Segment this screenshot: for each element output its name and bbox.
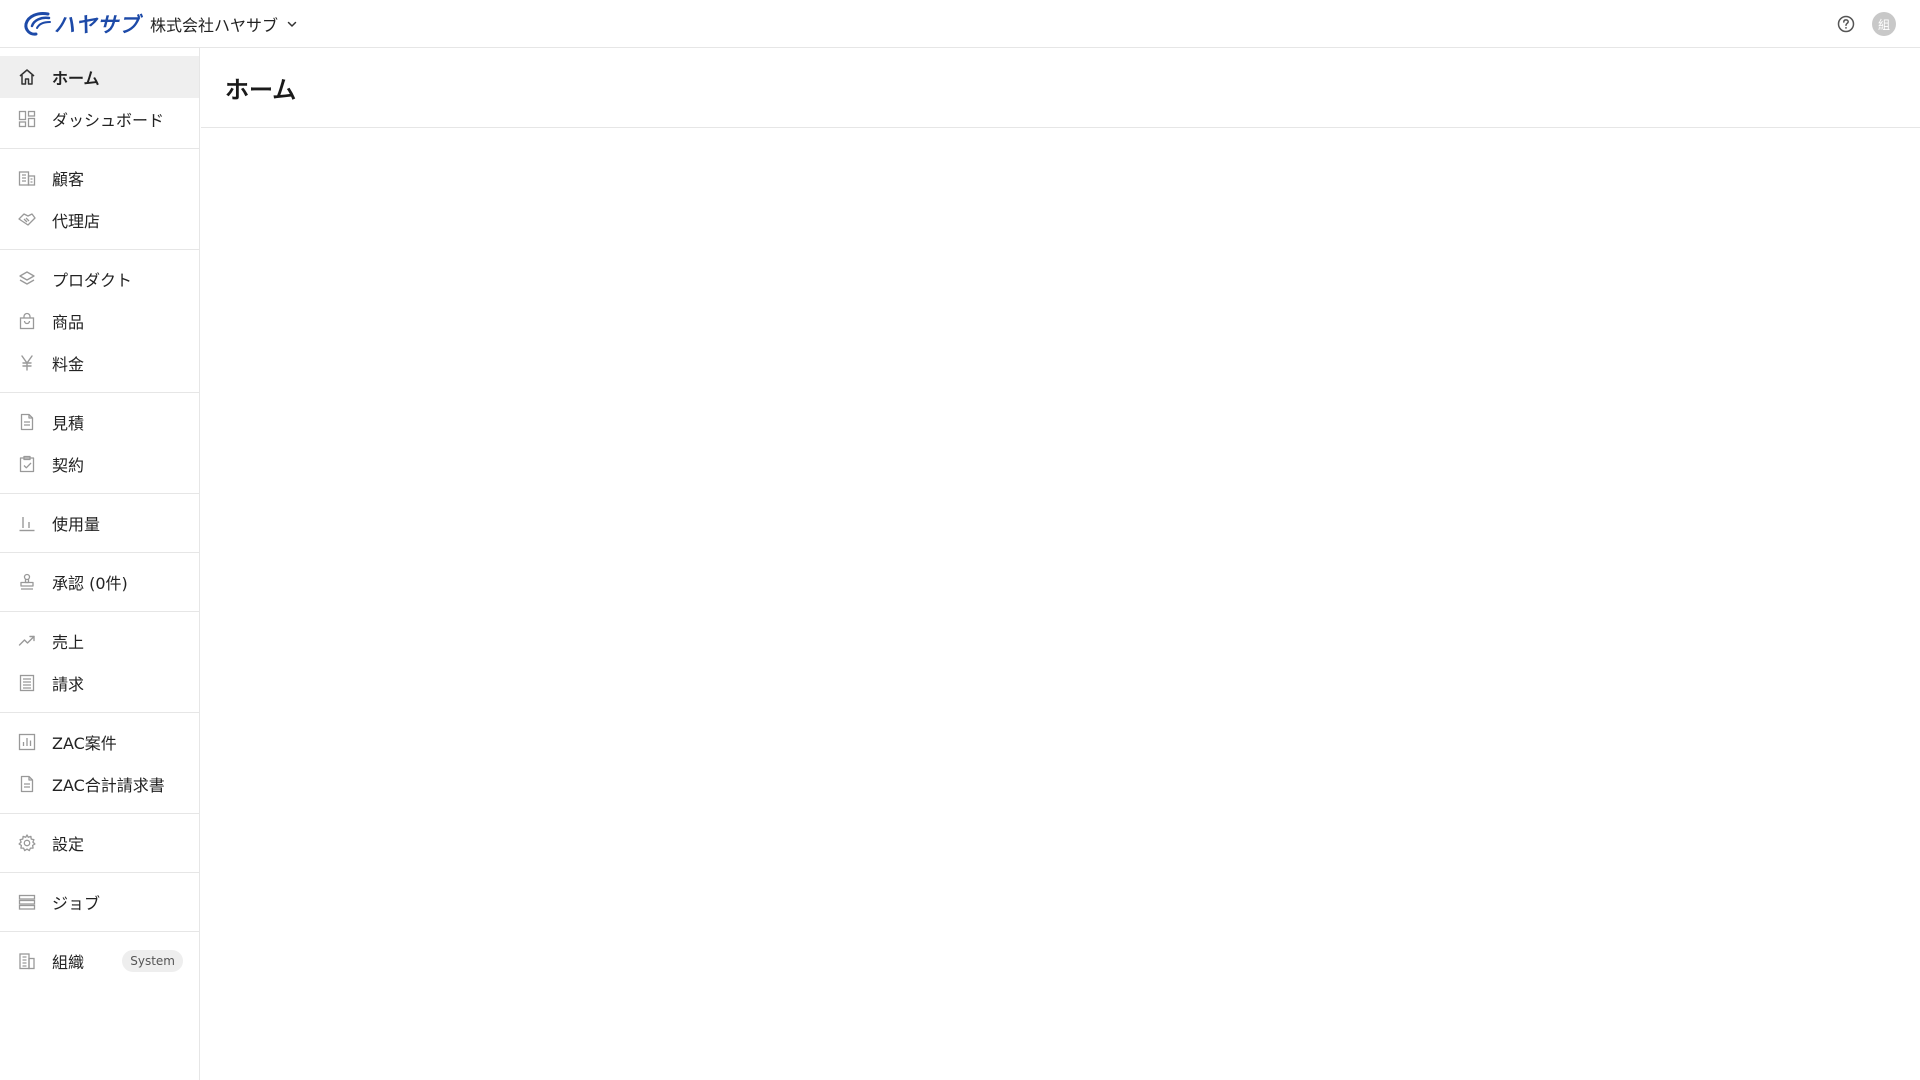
sidebar-item-settings[interactable]: 設定 (0, 822, 199, 864)
org-switcher[interactable]: 株式会社ハヤサブ (150, 12, 298, 36)
sidebar-item-sales[interactable]: 売上 (0, 620, 199, 662)
sidebar-nav: ホーム ダッシュボード 顧客 代理店 プロダクト 商品 料金 見積 契約 使用量… (0, 48, 200, 1080)
sidebar-item-label: 請求 (52, 675, 85, 694)
logo-text: ハヤサブ (54, 13, 140, 37)
sidebar-item-label: 契約 (52, 456, 85, 475)
nav-divider (0, 931, 199, 932)
dashboard-icon (16, 108, 38, 130)
top-bar: ハヤサブ 株式会社ハヤサブ 組 (0, 0, 1920, 48)
nav-divider (0, 872, 199, 873)
sidebar-item-label: 承認 (0件) (52, 574, 128, 593)
nav-divider (0, 493, 199, 494)
sidebar-item-zac-invoices[interactable]: ZAC合計請求書 (0, 763, 199, 805)
document-icon (16, 773, 38, 795)
office-building-icon (16, 950, 38, 972)
user-avatar[interactable]: 組 (1872, 12, 1896, 36)
sidebar-item-contracts[interactable]: 契約 (0, 443, 199, 485)
main-content: ホーム (201, 48, 1920, 1080)
sidebar-item-billing[interactable]: 請求 (0, 662, 199, 704)
nav-divider (0, 392, 199, 393)
sidebar-item-label: 売上 (52, 633, 85, 652)
avatar-initial: 組 (1877, 17, 1890, 32)
sidebar-item-label: 代理店 (52, 212, 101, 231)
building-icon (16, 167, 38, 189)
sidebar-item-label: ジョブ (52, 894, 101, 913)
page-title: ホーム (225, 76, 297, 104)
sidebar-item-label: ZAC合計請求書 (52, 776, 165, 795)
sidebar-item-usage[interactable]: 使用量 (0, 502, 199, 544)
sidebar-item-dashboard[interactable]: ダッシュボード (0, 98, 199, 140)
sidebar-item-agencies[interactable]: 代理店 (0, 199, 199, 241)
sidebar-item-label: ホーム (52, 69, 100, 88)
sidebar-item-home[interactable]: ホーム (0, 56, 199, 98)
sidebar-item-pricing[interactable]: 料金 (0, 342, 199, 384)
sidebar-item-quotes[interactable]: 見積 (0, 401, 199, 443)
sidebar-item-label: 商品 (52, 313, 85, 332)
handshake-icon (16, 209, 38, 231)
sidebar-item-label: 組織 (52, 953, 85, 972)
nav-divider (0, 813, 199, 814)
sidebar-item-label: 設定 (52, 835, 85, 854)
page-header: ホーム (201, 48, 1920, 128)
sidebar-item-products[interactable]: プロダクト (0, 258, 199, 300)
sidebar-item-approvals[interactable]: 承認 (0件) (0, 561, 199, 603)
sidebar-item-label: ダッシュボード (52, 111, 165, 130)
sidebar-item-goods[interactable]: 商品 (0, 300, 199, 342)
sidebar-item-organization[interactable]: 組織 System (0, 940, 199, 982)
sidebar-item-label: 見積 (52, 414, 85, 433)
chart-box-icon (16, 731, 38, 753)
brand-swoosh-icon (24, 12, 51, 36)
list-document-icon (16, 672, 38, 694)
bar-chart-icon (16, 512, 38, 534)
nav-divider (0, 611, 199, 612)
chevron-down-icon (287, 21, 297, 27)
nav-divider (0, 552, 199, 553)
app-logo[interactable]: ハヤサブ (22, 9, 140, 39)
top-right-actions: 組 (1836, 12, 1896, 36)
system-badge: System (122, 950, 183, 972)
yen-icon (16, 352, 38, 374)
document-icon (16, 411, 38, 433)
server-stack-icon (16, 891, 38, 913)
sidebar-item-jobs[interactable]: ジョブ (0, 881, 199, 923)
sidebar-item-label: プロダクト (52, 271, 133, 290)
gear-icon (16, 832, 38, 854)
clipboard-check-icon (16, 453, 38, 475)
sidebar-item-label: 使用量 (52, 515, 101, 534)
help-circle-icon[interactable] (1836, 14, 1856, 34)
sidebar-item-label: 顧客 (52, 170, 85, 189)
stamp-icon (16, 571, 38, 593)
nav-divider (0, 249, 199, 250)
sidebar-item-zac-projects[interactable]: ZAC案件 (0, 721, 199, 763)
nav-divider (0, 148, 199, 149)
org-name: 株式会社ハヤサブ (150, 16, 279, 35)
layers-icon (16, 268, 38, 290)
trending-up-icon (16, 630, 38, 652)
sidebar-item-customers[interactable]: 顧客 (0, 157, 199, 199)
home-icon (16, 66, 38, 88)
shopping-bag-icon (16, 310, 38, 332)
sidebar-item-label: ZAC案件 (52, 734, 117, 753)
nav-divider (0, 712, 199, 713)
sidebar-item-label: 料金 (52, 355, 85, 374)
